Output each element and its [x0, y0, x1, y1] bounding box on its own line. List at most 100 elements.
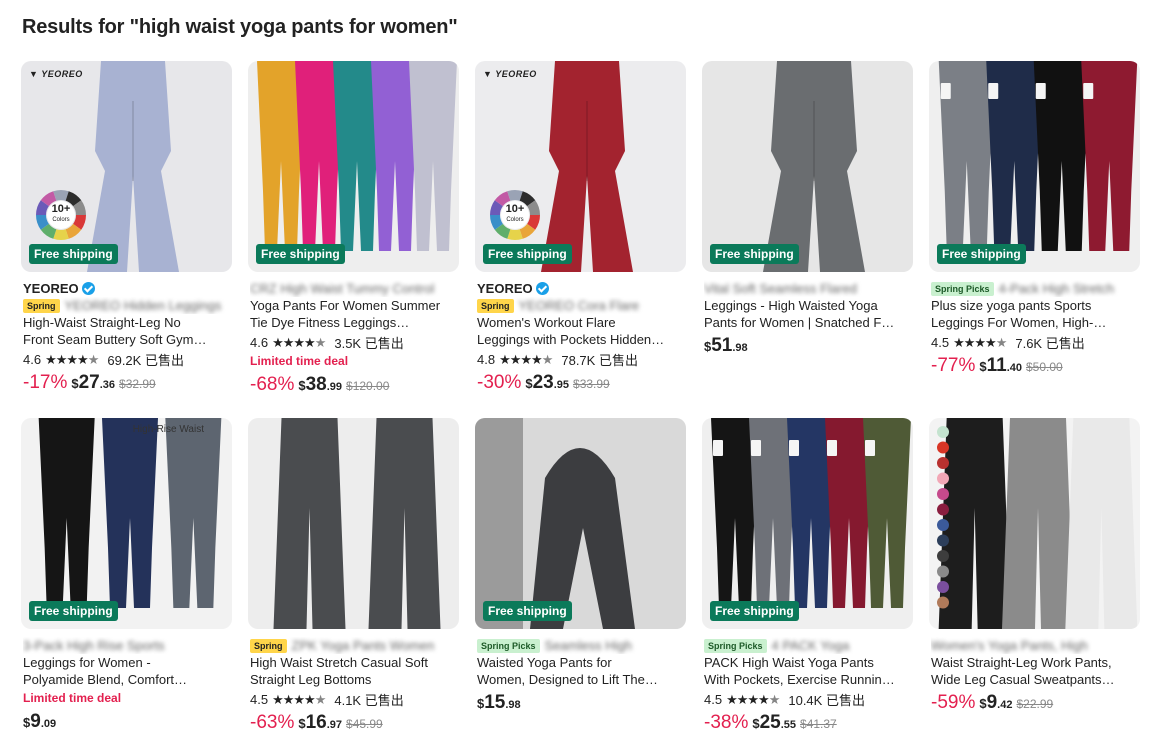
price-dollars: 15 — [484, 692, 506, 713]
original-price: $41.37 — [800, 717, 837, 731]
star-icon: ★ — [747, 691, 759, 707]
rating-row: 4.5 ★ ★ ★ ★ ★ 10.4K 已售出 — [704, 691, 911, 709]
original-price: $45.99 — [346, 717, 383, 731]
product-card[interactable]: High-Rise Waist Free shipping 3-Pack High … — [21, 418, 232, 750]
product-title-line[interactable]: 3-Pack High Rise Sports — [23, 637, 230, 654]
product-title-line[interactable]: Yoga Pants For Women Summer — [250, 297, 457, 314]
color-count-number: 10+ — [51, 203, 71, 215]
product-image[interactable]: Free shipping — [702, 418, 913, 629]
product-title-hidden: 4-Pack High Stretch — [998, 281, 1115, 296]
product-title-line[interactable]: Spring Picks 4-Pack High Stretch — [931, 280, 1138, 297]
product-image[interactable]: ▼ YEOREO 10+ Colors Free shipping — [475, 61, 686, 272]
star-icon: ★ — [520, 351, 532, 367]
product-card[interactable]: Women's Yoga Pants, High Waist Straight-L… — [929, 418, 1140, 750]
product-title-line[interactable]: Spring YEOREO Hidden Leggings — [23, 297, 230, 314]
product-title-line[interactable]: PACK High Waist Yoga Pants — [704, 654, 911, 671]
current-price: $38.99 — [298, 374, 342, 396]
product-card[interactable]: Free shipping CRZ High Waist Tummy Contro… — [248, 61, 459, 414]
product-title-line[interactable]: Waisted Yoga Pants for — [477, 654, 684, 671]
product-image[interactable]: Free shipping — [475, 418, 686, 629]
product-title-text: Women's Workout Flare — [477, 315, 616, 330]
product-title-line[interactable]: High Waist Stretch Casual Soft — [250, 654, 457, 671]
star-icon: ★ — [541, 351, 554, 367]
rating-row: 4.5 ★ ★ ★ ★ ★ 4.1K 已售出 — [250, 691, 457, 709]
price-cents: .98 — [505, 699, 521, 711]
currency-symbol: $ — [979, 696, 987, 711]
product-image[interactable]: Free shipping — [929, 61, 1140, 272]
product-info: Spring Picks Seamless High Waisted Yoga Pa… — [475, 637, 686, 714]
product-title-text: Leggings For Women, High-… — [931, 315, 1107, 330]
product-image[interactable]: Free shipping — [702, 61, 913, 272]
product-image[interactable]: ▼ YEOREO 10+ Colors Free shipping — [21, 61, 232, 272]
product-image[interactable]: High-Rise Waist Free shipping — [21, 418, 232, 629]
brand-name[interactable]: YEOREO — [477, 281, 533, 296]
product-card[interactable]: Spring ZPK Yoga Pants Women High Waist Str… — [248, 418, 459, 750]
product-title-line[interactable]: Plus size yoga pants Sports — [931, 297, 1138, 314]
product-title-line[interactable]: Straight Leg Bottoms — [250, 671, 457, 688]
product-title-line[interactable]: Leggings For Women, High-… — [931, 314, 1138, 331]
product-title-hidden: Vital Soft Seamless Flared — [704, 281, 857, 296]
product-card[interactable]: ▼ YEOREO 10+ Colors Free shipping YEOREO Spri… — [21, 61, 232, 414]
brand-logo: ▼ YEOREO — [483, 69, 537, 79]
product-title-line[interactable]: Spring Picks Seamless High — [477, 637, 684, 654]
price-row: -68% $38.99 $120.00 — [250, 374, 457, 396]
product-title-text: Pants for Women | Snatched F… — [704, 315, 895, 330]
currency-symbol: $ — [71, 376, 79, 391]
product-title-line[interactable]: Polyamide Blend, Comfort… — [23, 671, 230, 688]
star-icon: ★ — [77, 351, 89, 367]
product-image[interactable] — [929, 418, 1140, 629]
product-card[interactable]: Free shipping Spring Picks 4-Pack High Str… — [929, 61, 1140, 414]
product-card[interactable]: Free shipping Spring Picks 4 PACK Yoga PACK… — [702, 418, 913, 750]
product-title-line[interactable]: Leggings with Pockets Hidden… — [477, 331, 684, 348]
product-title-line[interactable]: Women, Designed to Lift The… — [477, 671, 684, 688]
product-title-line[interactable]: Tie Dye Fitness Leggings… — [250, 314, 457, 331]
verified-icon — [535, 282, 549, 295]
promo-tag: Spring — [23, 298, 60, 313]
product-image[interactable]: Free shipping — [248, 61, 459, 272]
price-cents: .42 — [997, 699, 1013, 711]
current-price: $11.40 — [979, 355, 1022, 377]
product-card[interactable]: Free shipping Spring Picks Seamless High Wa… — [475, 418, 686, 750]
star-icon: ★ — [314, 691, 327, 707]
price-dollars: 38 — [305, 374, 327, 395]
product-info: Spring Picks 4-Pack High Stretch Plus size… — [929, 280, 1140, 377]
product-photo — [38, 418, 222, 608]
product-title-line[interactable]: Front Seam Buttery Soft Gym… — [23, 331, 230, 348]
star-icon: ★ — [272, 334, 284, 350]
current-price: $51.98 — [704, 335, 748, 357]
product-title-text: High-Waist Straight-Leg No — [23, 315, 181, 330]
product-title-line[interactable]: Pants for Women | Snatched F… — [704, 314, 911, 331]
star-rating: ★ ★ ★ ★ ★ — [953, 335, 1007, 351]
discount-percent: -68% — [250, 374, 295, 395]
sold-count: 10.4K 已售出 — [788, 693, 865, 708]
price-cents: .99 — [326, 381, 343, 393]
product-title-line[interactable]: Waist Straight-Leg Work Pants, — [931, 654, 1138, 671]
product-title-line[interactable]: Spring YEOREO Cora Flare — [477, 297, 684, 314]
product-image[interactable] — [248, 418, 459, 629]
product-title-line[interactable]: With Pockets, Exercise Runnin… — [704, 671, 911, 688]
price-row: -38% $25.55 $41.37 — [704, 712, 911, 734]
product-title-line[interactable]: Wide Leg Casual Sweatpants… — [931, 671, 1138, 688]
product-title-line[interactable]: Leggings for Women - — [23, 654, 230, 671]
product-title-line[interactable]: Spring ZPK Yoga Pants Women — [250, 637, 457, 654]
star-rating: ★ ★ ★ ★ ★ — [45, 351, 99, 368]
price-cents: .97 — [326, 719, 343, 731]
product-title-line[interactable]: CRZ High Waist Tummy Control — [250, 280, 457, 297]
product-photo — [937, 418, 1138, 629]
promo-tag: Spring Picks — [704, 638, 767, 653]
product-title-line[interactable]: Women's Yoga Pants, High — [931, 637, 1138, 654]
product-title-line[interactable]: Vital Soft Seamless Flared — [704, 280, 911, 297]
brand-logo: ▼ YEOREO — [29, 69, 83, 79]
product-title-line[interactable]: High-Waist Straight-Leg No — [23, 314, 230, 331]
product-title-text: Plus size yoga pants Sports — [931, 298, 1092, 313]
product-card[interactable]: ▼ YEOREO 10+ Colors Free shipping YEOREO Spri… — [475, 61, 686, 414]
product-title-line[interactable]: Women's Workout Flare — [477, 314, 684, 331]
brand-name[interactable]: YEOREO — [23, 281, 79, 296]
product-photo — [257, 61, 457, 251]
product-card[interactable]: Free shipping Vital Soft Seamless Flared L… — [702, 61, 913, 414]
product-title-line[interactable]: Leggings - High Waisted Yoga — [704, 297, 911, 314]
current-price: $9.09 — [23, 711, 56, 733]
rating-row: 4.6 ★ ★ ★ ★ ★ 69.2K 已售出 — [23, 351, 230, 369]
product-title-line[interactable]: Spring Picks 4 PACK Yoga — [704, 637, 911, 654]
current-price: $25.55 — [752, 712, 796, 734]
